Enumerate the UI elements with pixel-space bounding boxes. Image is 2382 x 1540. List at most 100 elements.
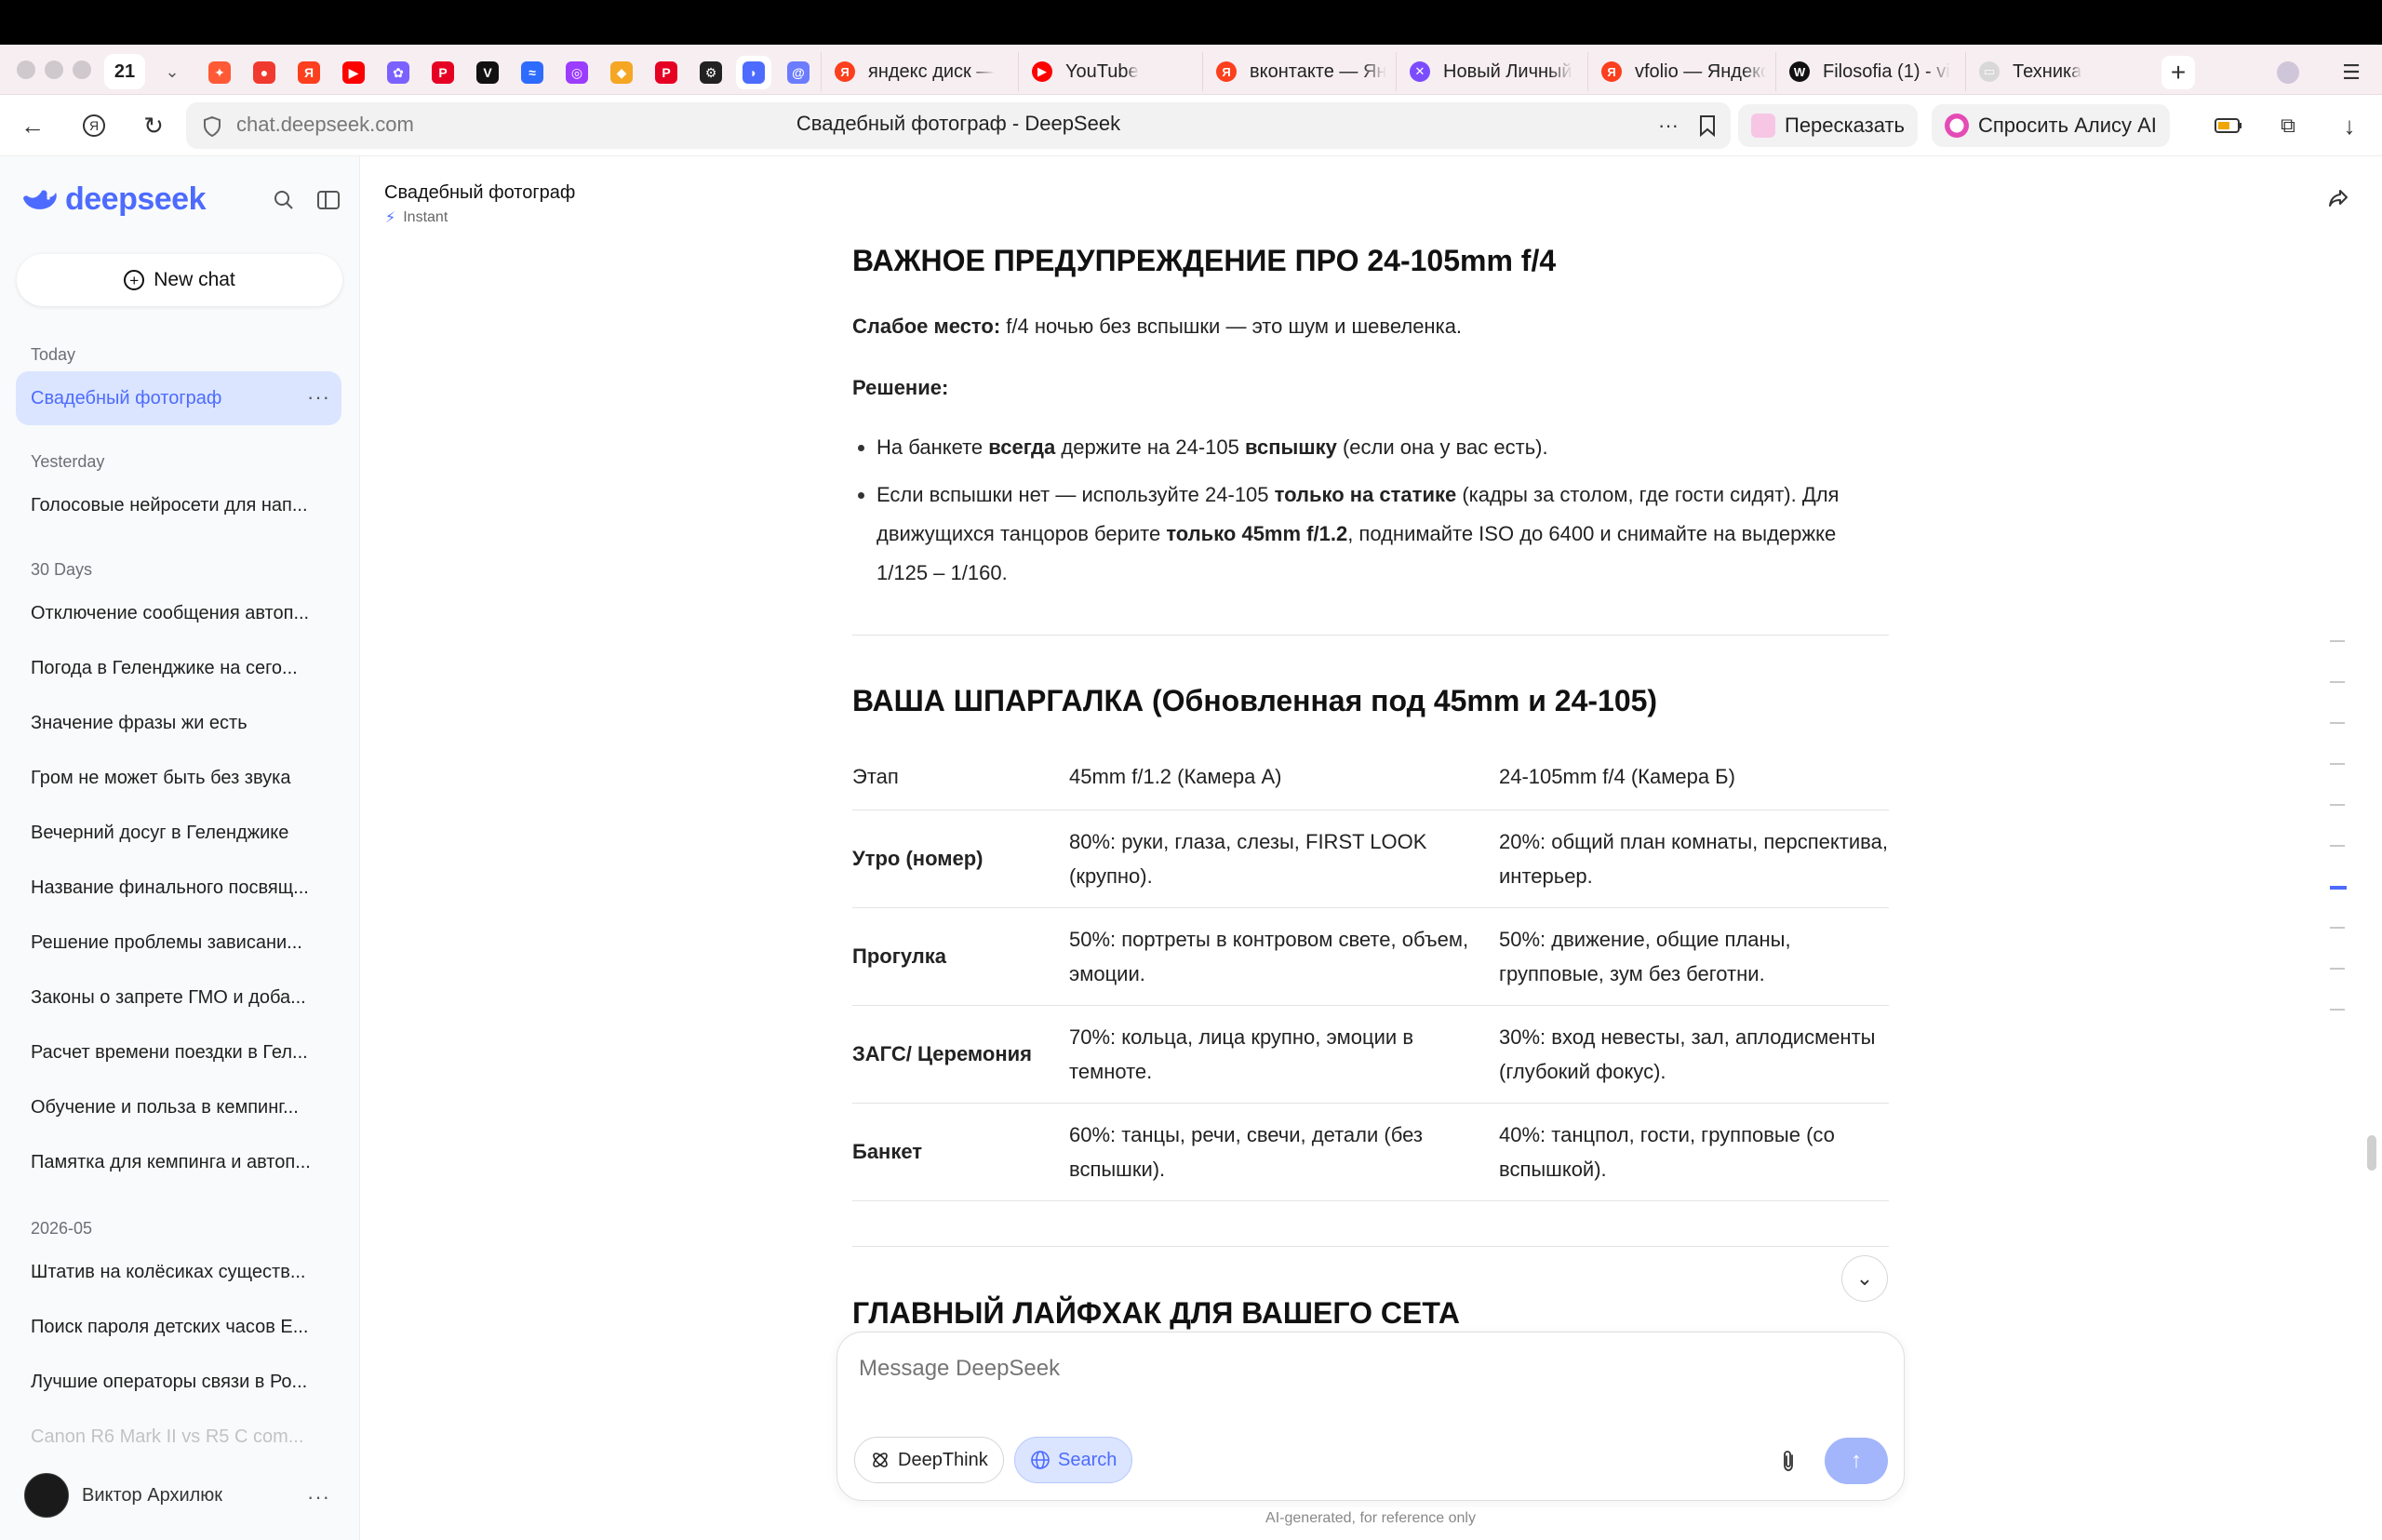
chat-item[interactable]: Законы о запрете ГМО и доба... <box>31 987 333 1009</box>
browser-tab[interactable]: ▭ Техника <box>1965 52 2148 91</box>
chat-item[interactable]: Памятка для кемпинга и автоп... <box>31 1152 333 1173</box>
chat-item[interactable]: Поиск пароля детских часов Е... <box>31 1317 333 1338</box>
search-icon[interactable] <box>268 184 300 216</box>
deepseek-logo[interactable]: deepseek <box>20 181 207 218</box>
new-chat-button[interactable]: + New chat <box>17 254 342 306</box>
chat-item[interactable]: Голосовые нейросети для нап... <box>31 495 333 516</box>
share-icon[interactable] <box>2322 182 2354 214</box>
scrollbar-thumb[interactable] <box>2367 1135 2376 1171</box>
table-cell: 60%: танцы, речи, свечи, детали (без всп… <box>1069 1103 1499 1201</box>
cheatsheet-table: Этап 45mm f/1.2 (Камера А) 24-105mm f/4 … <box>852 744 1889 1201</box>
globe-icon <box>1031 1451 1050 1469</box>
pinned-tab[interactable]: P <box>649 56 684 89</box>
chat-item[interactable]: Лучшие операторы связи в Ро... <box>31 1372 333 1393</box>
chat-item[interactable]: Canon R6 Mark II vs R5 C com... <box>31 1426 333 1448</box>
alice-icon <box>1945 114 1969 138</box>
chat-item[interactable]: Погода в Геленджике на сего... <box>31 658 333 679</box>
retell-icon <box>1751 114 1775 138</box>
table-header-cell: 45mm f/1.2 (Камера А) <box>1069 744 1499 810</box>
pinned-tab[interactable]: @ <box>781 56 816 89</box>
chat-item[interactable]: Вечерний досуг в Геленджике <box>31 823 333 844</box>
toc-marker[interactable] <box>2330 722 2345 724</box>
download-icon[interactable]: ↓ <box>2334 110 2365 141</box>
toc-marker[interactable] <box>2330 640 2345 642</box>
pinned-tab[interactable]: ▶ <box>336 56 371 89</box>
tab-title: яндекс диск — <box>868 60 996 82</box>
tab-favicon-icon: ✕ <box>1410 61 1430 82</box>
tabs-dropdown-icon[interactable]: ⌄ <box>158 60 186 84</box>
browser-tab[interactable]: W Filosofia (1) - vi <box>1775 52 1956 91</box>
chat-item[interactable]: Решение проблемы зависани... <box>31 932 333 954</box>
chat-item[interactable]: Обучение и польза в кемпинг... <box>31 1097 333 1118</box>
browser-tab[interactable]: Яяндекс диск — <box>821 52 1007 91</box>
scroll-down-button[interactable]: ⌄ <box>1841 1255 1888 1302</box>
bookmark-icon[interactable] <box>1692 110 1723 141</box>
pinterest-icon: P <box>432 61 454 84</box>
reload-icon[interactable]: ↻ <box>138 110 169 141</box>
list-item: Если вспышки нет — используйте 24-105 то… <box>858 475 1881 593</box>
browser-tab[interactable]: ▶ YouTube <box>1018 52 1197 91</box>
window-minimize-button[interactable] <box>45 60 63 79</box>
whale-icon <box>23 189 57 209</box>
window-zoom-button[interactable] <box>73 60 91 79</box>
toc-marker[interactable] <box>2330 845 2345 847</box>
blue-app-icon: ≈ <box>521 61 543 84</box>
battery-icon[interactable] <box>2213 110 2244 141</box>
user-options-icon[interactable]: ··· <box>307 1485 330 1509</box>
pinned-tab[interactable]: Я <box>291 56 327 89</box>
sidebar-toggle-icon[interactable] <box>313 184 344 216</box>
toc-marker[interactable] <box>2330 804 2345 806</box>
shield-icon[interactable] <box>203 115 221 138</box>
profile-icon[interactable] <box>2270 56 2306 89</box>
tab-counter[interactable]: 21 <box>104 54 145 89</box>
pinned-tab[interactable]: P <box>425 56 461 89</box>
browser-tab[interactable]: Яvfolio — Яндекс <box>1587 52 1766 91</box>
pinned-tab[interactable]: ◎ <box>559 56 595 89</box>
pinned-tab[interactable]: ✿ <box>381 56 416 89</box>
browser-tab[interactable]: Явконтакте — Ян <box>1202 52 1388 91</box>
tab-favicon-icon: ▭ <box>1979 61 2000 82</box>
message-input[interactable] <box>859 1356 1789 1382</box>
chat-item-active[interactable]: Свадебный фотограф <box>16 371 341 425</box>
chat-item[interactable]: Отключение сообщения автоп... <box>31 603 333 624</box>
pinned-tab[interactable]: ◗ <box>736 56 771 89</box>
toc-marker[interactable] <box>2330 681 2345 683</box>
attach-icon[interactable] <box>1773 1445 1804 1477</box>
toc-marker[interactable] <box>2330 927 2345 929</box>
back-icon[interactable]: ← <box>17 110 48 141</box>
pinned-tab[interactable]: ≈ <box>515 56 550 89</box>
yandex-logo-icon[interactable]: Я <box>78 110 110 141</box>
toc-marker[interactable] <box>2330 968 2345 970</box>
toc-marker[interactable] <box>2330 763 2345 765</box>
tab-title: вконтакте — Ян <box>1250 60 1387 82</box>
toc-marker-active[interactable] <box>2330 886 2347 890</box>
browser-tab[interactable]: ✕ Новый Личный <box>1396 52 1578 91</box>
pinned-tab[interactable]: ◆ <box>604 56 639 89</box>
pinned-tab[interactable]: ● <box>247 56 282 89</box>
more-dots-icon[interactable]: ··· <box>1653 110 1684 141</box>
group-label-yesterday: Yesterday <box>31 452 105 471</box>
retell-button[interactable]: Пересказать <box>1738 104 1918 147</box>
send-button[interactable]: ↑ <box>1825 1438 1888 1484</box>
chat-item[interactable]: Расчет времени поездки в Гел... <box>31 1042 333 1064</box>
pinterest-icon: P <box>655 61 677 84</box>
url-text[interactable]: chat.deepseek.com <box>236 113 414 137</box>
pinned-tab[interactable]: V <box>470 56 505 89</box>
purple-app-icon: ◎ <box>566 61 588 84</box>
chat-options-icon[interactable]: ··· <box>307 385 330 409</box>
toc-marker[interactable] <box>2330 1009 2345 1011</box>
pinned-tab[interactable]: ✦ <box>202 56 237 89</box>
chat-item[interactable]: Гром не может быть без звука <box>31 768 333 789</box>
window-close-button[interactable] <box>17 60 35 79</box>
chat-item[interactable]: Название финального посвящ... <box>31 877 333 899</box>
translate-icon[interactable]: ⧉ <box>2272 110 2304 141</box>
menu-icon[interactable]: ☰ <box>2334 56 2369 89</box>
chat-item[interactable]: Значение фразы жи есть <box>31 713 333 734</box>
deepthink-button[interactable]: DeepThink <box>854 1437 1004 1483</box>
ask-alice-button[interactable]: Спросить Алису AI <box>1932 104 2170 147</box>
pinned-tab[interactable]: ⚙ <box>693 56 729 89</box>
search-toggle-button[interactable]: Search <box>1014 1437 1133 1483</box>
yellow-app-icon: ◆ <box>610 61 633 84</box>
new-tab-button[interactable]: + <box>2161 56 2195 89</box>
chat-item[interactable]: Штатив на колёсиках существ... <box>31 1262 333 1283</box>
